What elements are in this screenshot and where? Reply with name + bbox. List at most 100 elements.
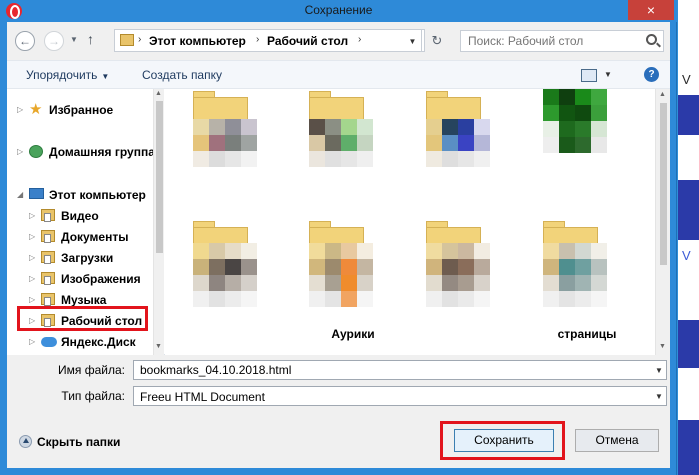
folder-icon	[41, 293, 55, 306]
tree-item-label: Музыка	[61, 293, 107, 307]
background-band	[678, 180, 699, 240]
breadcrumb-separator-icon[interactable]: ›	[256, 34, 259, 45]
tree-item-label: Яндекс.Диск	[61, 335, 136, 349]
filename-input[interactable]	[133, 360, 667, 380]
expand-arrow-icon[interactable]: ▷	[17, 147, 23, 156]
star-icon	[29, 100, 43, 113]
filename-dropdown-chevron-icon[interactable]: ▼	[655, 366, 663, 375]
background-text: V	[682, 72, 691, 87]
search-icon[interactable]	[646, 34, 657, 45]
folder-icon	[41, 230, 55, 243]
desktop-highlight-box	[17, 306, 148, 331]
scrollbar-thumb[interactable]	[660, 103, 667, 265]
view-options-chevron-icon[interactable]: ▼	[604, 70, 612, 79]
up-button[interactable]: ↑	[87, 31, 94, 47]
hide-folders-label: Скрыть папки	[37, 435, 121, 449]
change-view-icon[interactable]	[581, 69, 597, 82]
new-folder-button[interactable]: Создать папку	[142, 68, 222, 82]
tree-item-label: Избранное	[49, 103, 114, 117]
blurred-thumbnail	[426, 119, 490, 194]
close-button[interactable]: ×	[628, 0, 674, 20]
breadcrumb-this-pc[interactable]: Этот компьютер	[149, 34, 246, 48]
file-item[interactable]: страницы	[537, 219, 627, 341]
scroll-up-icon[interactable]: ▲	[155, 90, 162, 97]
breadcrumb-desktop[interactable]: Рабочий стол	[267, 34, 348, 48]
background-window-strip: V V	[678, 0, 699, 475]
scroll-down-icon[interactable]: ▼	[659, 343, 666, 350]
browser-area: ▷ Избранное ▷ Домашняя группа ◢ Этот ком…	[7, 89, 670, 355]
address-bar[interactable]: › Этот компьютер › Рабочий стол ›	[114, 29, 425, 52]
folder-icon	[41, 251, 55, 264]
navigation-pane[interactable]: ▷ Избранное ▷ Домашняя группа ◢ Этот ком…	[7, 89, 153, 355]
blurred-thumbnail	[543, 243, 607, 318]
organize-menu[interactable]: Упорядочить ▼	[26, 68, 109, 82]
organize-label: Упорядочить	[26, 68, 98, 82]
background-band	[678, 95, 699, 135]
window-title: Сохранение	[304, 3, 373, 17]
filetype-label: Тип файла:	[61, 389, 125, 403]
breadcrumb-separator-icon[interactable]: ›	[358, 34, 361, 45]
computer-icon	[29, 188, 44, 199]
navigation-bar: ← → ▼ ↑ › Этот компьютер › Рабочий стол …	[7, 22, 670, 60]
back-button[interactable]: ←	[15, 31, 35, 51]
refresh-button[interactable]: ↻	[427, 31, 447, 51]
file-item[interactable]	[420, 89, 510, 209]
search-input[interactable]	[460, 30, 664, 52]
expand-arrow-icon[interactable]: ▷	[29, 274, 35, 283]
tree-item-label: Домашняя группа	[49, 145, 153, 159]
cloud-icon	[41, 337, 57, 347]
blurred-thumbnail	[193, 243, 257, 318]
background-band	[678, 320, 699, 368]
navigation-scrollbar[interactable]: ▲ ▼	[153, 89, 164, 355]
file-item[interactable]	[187, 89, 277, 209]
tree-item-label: Этот компьютер	[49, 188, 146, 202]
file-item[interactable]	[187, 219, 277, 339]
filetype-dropdown-chevron-icon[interactable]: ▼	[655, 392, 663, 401]
blurred-thumbnail	[309, 243, 373, 318]
forward-button[interactable]: →	[44, 31, 64, 51]
expand-arrow-icon[interactable]: ▷	[29, 337, 35, 346]
scroll-down-icon[interactable]: ▼	[155, 343, 162, 350]
blurred-thumbnail	[193, 119, 257, 194]
expand-arrow-icon[interactable]: ▷	[29, 295, 35, 304]
chevron-up-icon	[19, 435, 32, 448]
background-text: V	[682, 248, 691, 263]
folder-icon	[120, 34, 134, 46]
folder-icon	[41, 272, 55, 285]
file-label: страницы	[557, 327, 617, 341]
file-list[interactable]: Аурики страницы	[165, 89, 655, 355]
cancel-button[interactable]: Отмена	[575, 429, 659, 452]
filetype-select[interactable]: Freeu HTML Document	[133, 386, 667, 406]
tree-item-label: Документы	[61, 230, 129, 244]
scrollbar-thumb[interactable]	[156, 101, 163, 253]
filetype-value: Freeu HTML Document	[140, 390, 265, 404]
address-dropdown-chevron-icon[interactable]: ▼	[404, 29, 422, 52]
dialog-body: ← → ▼ ↑ › Этот компьютер › Рабочий стол …	[7, 22, 670, 468]
blurred-thumbnail	[543, 89, 607, 164]
expand-arrow-icon[interactable]: ▷	[29, 232, 35, 241]
expand-arrow-icon[interactable]: ▷	[29, 211, 35, 220]
file-label: Аурики	[331, 327, 375, 341]
folder-icon	[41, 209, 55, 222]
command-bar: Упорядочить ▼ Создать папку ▼ ?	[7, 60, 670, 89]
blurred-thumbnail	[426, 243, 490, 318]
filename-label: Имя файла:	[58, 363, 125, 377]
expand-arrow-icon[interactable]: ▷	[17, 105, 23, 114]
homegroup-icon	[29, 145, 43, 158]
file-list-scrollbar[interactable]: ▲ ▼	[655, 89, 670, 355]
help-icon[interactable]: ?	[644, 67, 659, 82]
collapse-arrow-icon[interactable]: ◢	[17, 190, 23, 199]
file-item[interactable]: Аурики	[303, 219, 393, 341]
background-band	[678, 420, 699, 475]
file-item[interactable]	[537, 89, 627, 209]
recent-locations-chevron-icon[interactable]: ▼	[70, 35, 78, 44]
breadcrumb-separator-icon[interactable]: ›	[138, 34, 141, 45]
file-item[interactable]	[303, 89, 393, 209]
save-button[interactable]: Сохранить	[454, 429, 554, 452]
save-dialog: Сохранение × ← → ▼ ↑ › Этот компьютер › …	[0, 0, 677, 475]
expand-arrow-icon[interactable]: ▷	[29, 253, 35, 262]
tree-item-label: Загрузки	[61, 251, 114, 265]
title-bar[interactable]: Сохранение ×	[0, 0, 677, 22]
file-item[interactable]	[420, 219, 510, 339]
scroll-up-icon[interactable]: ▲	[659, 91, 666, 98]
